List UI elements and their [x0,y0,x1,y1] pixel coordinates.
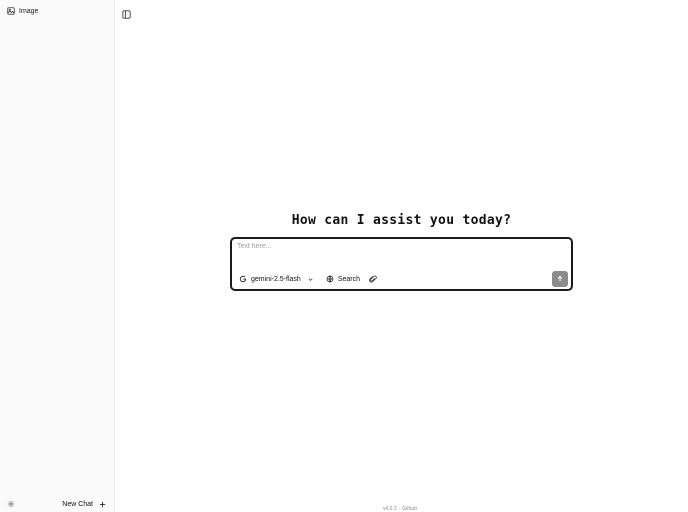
page-title: How can I assist you today? [291,213,512,228]
composer-toolbar: gemini-2.5-flash Search [239,273,377,285]
version-label: v4.5.2 [383,506,397,512]
image-icon [7,2,15,20]
model-selector[interactable]: gemini-2.5-flash [239,275,314,283]
composer: gemini-2.5-flash Search [230,237,573,291]
footer: v4.5.2 · Github [383,506,417,512]
search-label: Search [337,275,360,283]
new-chat-button[interactable]: New Chat [62,501,106,508]
sidebar-footer: New Chat [0,496,114,512]
chevron-down-icon [307,276,314,283]
search-button[interactable]: Search [326,275,360,283]
sidebar-toggle-button[interactable] [120,8,132,20]
globe-icon [326,275,334,283]
attach-button[interactable] [369,275,377,283]
model-name: gemini-2.5-flash [251,275,301,283]
paperclip-icon [369,275,377,283]
message-input[interactable] [237,243,557,257]
new-chat-label: New Chat [62,500,93,508]
send-button[interactable] [552,271,568,287]
sidebar-toggle-icon [121,9,131,19]
sidebar-item-label: Image [19,7,39,15]
arrow-up-icon [556,275,564,283]
sidebar: Image New Chat [0,0,115,512]
footer-separator: · [398,506,401,512]
gear-icon[interactable] [7,500,15,508]
plus-icon [99,501,106,508]
sidebar-item-image[interactable]: Image [4,4,41,18]
github-link[interactable]: Github [402,506,417,512]
google-icon [239,275,247,283]
